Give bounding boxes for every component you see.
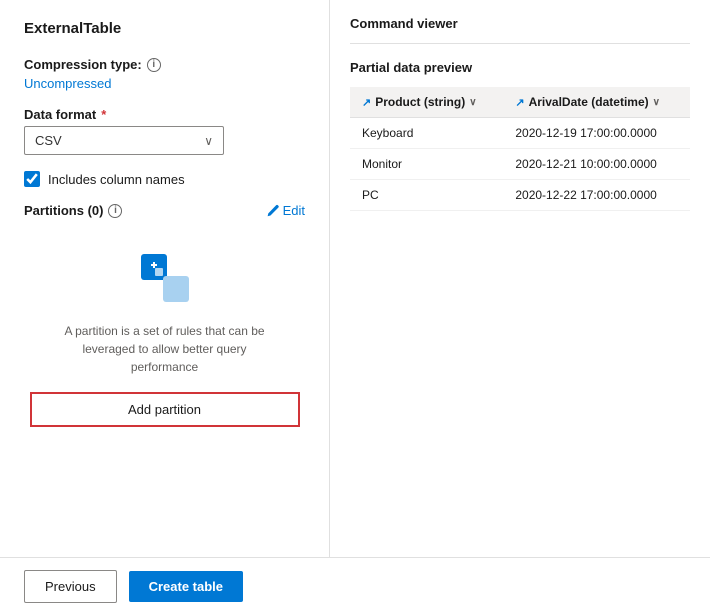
partition-description: A partition is a set of rules that can b… xyxy=(50,322,280,376)
column-names-row: Includes column names xyxy=(24,171,305,187)
table-row: PC 2020-12-22 17:00:00.0000 xyxy=(350,180,690,211)
right-panel: Command viewer Partial data preview ↗ Pr… xyxy=(330,0,710,557)
left-panel: ExternalTable Compression type: i Uncomp… xyxy=(0,0,330,557)
add-partition-button[interactable]: Add partition xyxy=(30,392,300,427)
compression-group: Compression type: i Uncompressed xyxy=(24,57,305,91)
panel-title: ExternalTable xyxy=(24,20,305,37)
partial-preview-title: Partial data preview xyxy=(350,60,690,75)
partitions-header: Partitions (0) i Edit xyxy=(24,203,305,218)
footer: Previous Create table xyxy=(0,557,710,615)
dropdown-value: CSV xyxy=(35,133,62,148)
cell-date: 2020-12-19 17:00:00.0000 xyxy=(503,118,690,149)
col-date-label: ArivalDate (datetime) xyxy=(529,95,649,109)
required-marker: * xyxy=(101,107,106,122)
column-names-label: Includes column names xyxy=(48,172,185,187)
data-format-dropdown[interactable]: CSV ∨ xyxy=(24,126,224,155)
previous-button[interactable]: Previous xyxy=(24,570,117,603)
preview-table: ↗ Product (string) ∨ ↗ ArivalDate (datet… xyxy=(350,87,690,211)
divider-1 xyxy=(350,43,690,44)
compression-value: Uncompressed xyxy=(24,76,305,91)
command-viewer-title: Command viewer xyxy=(350,16,690,31)
col-header-product[interactable]: ↗ Product (string) ∨ xyxy=(350,87,503,118)
partition-empty-state: A partition is a set of rules that can b… xyxy=(24,230,305,443)
column-names-checkbox[interactable] xyxy=(24,171,40,187)
col-header-date[interactable]: ↗ ArivalDate (datetime) ∨ xyxy=(503,87,690,118)
data-format-group: Data format * CSV ∨ xyxy=(24,107,305,155)
edit-icon xyxy=(266,204,279,217)
compression-info-icon[interactable]: i xyxy=(147,58,161,72)
data-preview-section: Partial data preview ↗ Product (string) … xyxy=(350,60,690,211)
partitions-label: Partitions (0) i xyxy=(24,203,122,218)
edit-link[interactable]: Edit xyxy=(266,203,305,218)
partition-illustration xyxy=(133,246,197,310)
cell-product: Monitor xyxy=(350,149,503,180)
cell-date: 2020-12-21 10:00:00.0000 xyxy=(503,149,690,180)
sort-icon-date: ↗ xyxy=(515,96,524,109)
partitions-info-icon[interactable]: i xyxy=(108,204,122,218)
create-table-button[interactable]: Create table xyxy=(129,571,243,602)
main-content: ExternalTable Compression type: i Uncomp… xyxy=(0,0,710,557)
main-container: ExternalTable Compression type: i Uncomp… xyxy=(0,0,710,615)
table-row: Keyboard 2020-12-19 17:00:00.0000 xyxy=(350,118,690,149)
table-row: Monitor 2020-12-21 10:00:00.0000 xyxy=(350,149,690,180)
col-product-label: Product (string) xyxy=(375,95,465,109)
sort-icon-product: ↗ xyxy=(362,96,371,109)
cell-product: Keyboard xyxy=(350,118,503,149)
compression-label: Compression type: i xyxy=(24,57,305,72)
filter-arrow-product: ∨ xyxy=(469,97,476,108)
data-format-label: Data format * xyxy=(24,107,305,122)
cell-date: 2020-12-22 17:00:00.0000 xyxy=(503,180,690,211)
filter-arrow-date: ∨ xyxy=(653,97,660,108)
cell-product: PC xyxy=(350,180,503,211)
dropdown-arrow-icon: ∨ xyxy=(204,134,213,148)
